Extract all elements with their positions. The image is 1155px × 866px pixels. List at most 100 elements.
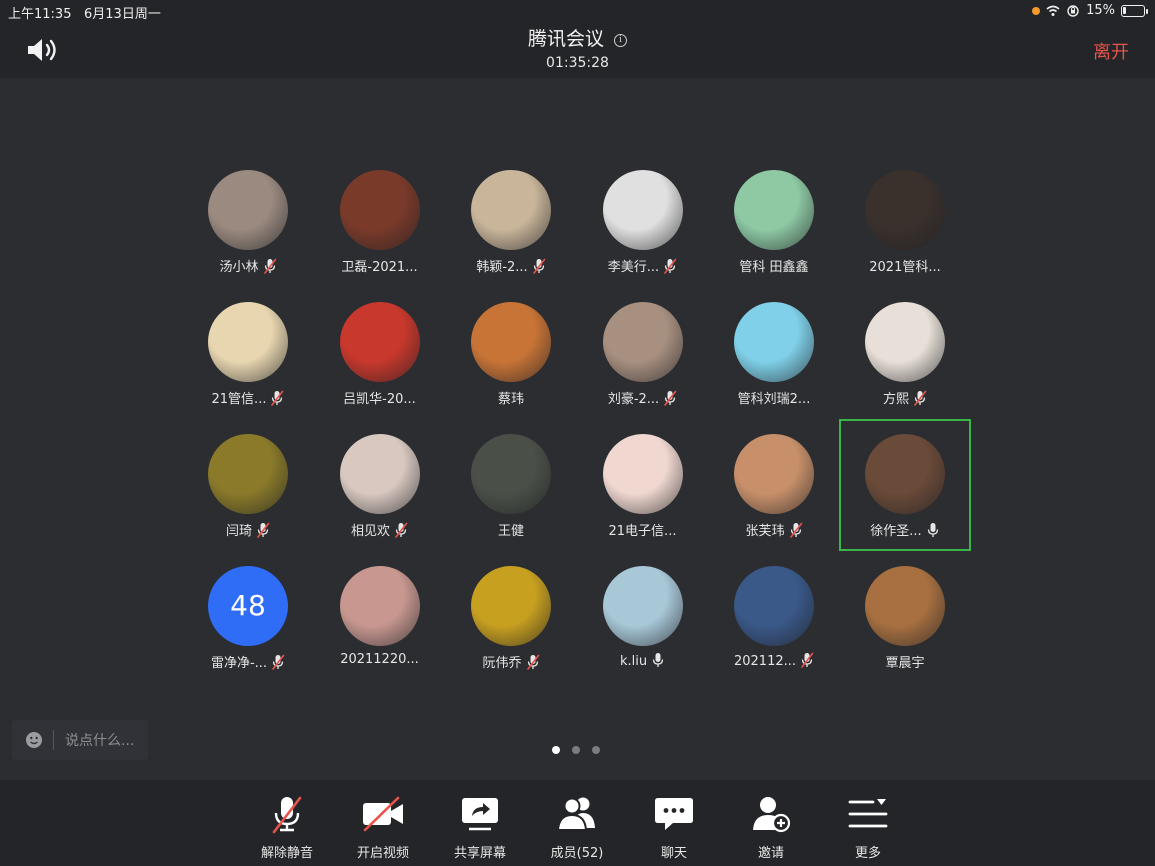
meeting-title: 腾讯会议 <box>527 28 604 50</box>
avatar <box>865 302 945 382</box>
page-dot[interactable] <box>592 746 600 754</box>
mic-muted-icon <box>271 390 284 406</box>
participant-name: 覃晨宇 <box>885 656 925 671</box>
participant-name-row: 管科刘瑞2... <box>708 388 840 407</box>
status-time: 上午11:35 <box>8 7 72 22</box>
avatar <box>471 566 551 646</box>
participant-tile[interactable]: 管科 田鑫鑫 <box>708 170 840 302</box>
meeting-title-block: 腾讯会议 i 01:35:28 <box>0 24 1155 71</box>
participant-tile[interactable]: 卫磊-2021... <box>314 170 446 302</box>
avatar: 48 <box>208 566 288 646</box>
participant-name: 徐作圣... <box>870 524 922 539</box>
participant-tile[interactable]: 覃晨宇 <box>839 566 971 698</box>
participant-name-row: 雷净净-... <box>182 652 314 671</box>
participant-name: 汤小林 <box>219 260 259 275</box>
mic-muted-icon <box>664 258 677 274</box>
page-dot[interactable] <box>552 746 560 754</box>
avatar <box>339 170 420 250</box>
chat-placeholder: 说点什么... <box>65 733 135 749</box>
participant-tile-active-speaker[interactable]: 徐作圣... <box>839 419 971 551</box>
avatar <box>471 170 551 250</box>
unmute-button[interactable]: 解除静音 <box>242 794 332 861</box>
page-indicator[interactable] <box>552 746 600 754</box>
mic-muted-icon <box>801 652 814 668</box>
leave-button[interactable]: 离开 <box>1093 38 1129 64</box>
participant-name-row: 徐作圣... <box>839 520 971 539</box>
participant-name-row: 202112... <box>708 652 840 669</box>
battery-level <box>1123 6 1126 14</box>
participant-tile[interactable]: 阮伟乔 <box>445 566 577 698</box>
participant-name-row: 管科 田鑫鑫 <box>708 256 840 275</box>
participant-name-row: 刘豪-2... <box>577 388 709 407</box>
participant-name: k.liu <box>619 654 648 669</box>
rotation-lock-icon <box>1067 4 1079 17</box>
participant-tile[interactable]: 闫琦 <box>182 434 314 566</box>
participant-tile[interactable]: 21电子信... <box>577 434 709 566</box>
info-icon[interactable]: i <box>614 34 627 47</box>
wifi-icon <box>1046 5 1060 16</box>
participant-tile[interactable]: 韩颖-2... <box>445 170 577 302</box>
battery-percent: 15% <box>1086 3 1115 18</box>
more-button[interactable]: 更多 <box>823 794 913 861</box>
participant-name: 阮伟乔 <box>482 656 522 671</box>
meeting-duration: 01:35:28 <box>546 55 609 71</box>
participant-name-row: 20211220... <box>314 652 446 667</box>
avatar <box>602 170 683 250</box>
mic-muted-icon <box>272 796 302 834</box>
participant-tile[interactable]: 相见欢 <box>314 434 446 566</box>
participant-tile[interactable]: 张芙玮 <box>708 434 840 566</box>
avatar <box>602 566 683 646</box>
mic-icon <box>927 523 938 537</box>
participant-name: 方熙 <box>882 392 909 407</box>
participant-name-row: 阮伟乔 <box>445 652 577 671</box>
avatar <box>865 566 945 646</box>
bottom-toolbar: 解除静音 开启视频 共享屏幕 成员(52) 聊天 邀请 更多 <box>0 780 1155 866</box>
participant-tile[interactable]: 李美行... <box>577 170 709 302</box>
avatar <box>602 434 683 514</box>
participant-name: 21管信... <box>211 392 267 407</box>
mic-muted-icon <box>532 258 545 274</box>
participant-tile[interactable]: 蔡玮 <box>445 302 577 434</box>
participant-tile[interactable]: 202112... <box>708 566 840 698</box>
participant-tile[interactable]: 王健 <box>445 434 577 566</box>
more-label: 更多 <box>854 846 881 861</box>
members-button[interactable]: 成员(52) <box>532 794 622 861</box>
mic-in-use-dot-icon <box>1032 6 1041 15</box>
mic-muted-icon <box>272 654 285 670</box>
participant-name-row: 闫琦 <box>182 520 314 539</box>
participant-name: 闫琦 <box>225 524 252 539</box>
participant-name: 21电子信... <box>608 524 677 539</box>
participant-name: 韩颖-2... <box>476 260 528 275</box>
page-dot[interactable] <box>572 746 580 754</box>
video-off-icon <box>363 796 403 832</box>
participant-name: 相见欢 <box>350 524 390 539</box>
emoji-icon[interactable] <box>25 731 43 749</box>
participant-tile[interactable]: 方熙 <box>839 302 971 434</box>
participant-tile[interactable]: 管科刘瑞2... <box>708 302 840 434</box>
participant-tile[interactable]: 刘豪-2... <box>577 302 709 434</box>
participant-tile[interactable]: 20211220... <box>314 566 446 698</box>
invite-button[interactable]: 邀请 <box>726 794 816 861</box>
chat-button[interactable]: 聊天 <box>629 794 719 861</box>
invite-label: 邀请 <box>757 846 784 861</box>
participant-name-row: 覃晨宇 <box>839 652 971 671</box>
participant-tile[interactable]: 吕凯华-20... <box>314 302 446 434</box>
participant-name: 2021管科... <box>869 260 941 275</box>
participant-name: 吕凯华-20... <box>343 392 416 407</box>
participant-tile[interactable]: 汤小林 <box>182 170 314 302</box>
participant-name: 20211220... <box>340 652 419 667</box>
chat-input[interactable]: 说点什么... <box>12 720 148 760</box>
participant-tile[interactable]: k.liu <box>577 566 709 698</box>
participant-tile[interactable]: 2021管科... <box>839 170 971 302</box>
participant-name: 管科 田鑫鑫 <box>739 260 809 275</box>
start-video-button[interactable]: 开启视频 <box>338 794 428 861</box>
chat-divider <box>53 730 54 750</box>
avatar <box>208 434 288 514</box>
status-indicators: 15% <box>1032 3 1148 18</box>
participant-name-row: 方熙 <box>839 388 971 407</box>
share-screen-button[interactable]: 共享屏幕 <box>435 794 525 861</box>
participant-tile[interactable]: 21管信... <box>182 302 314 434</box>
avatar <box>339 566 420 646</box>
avatar <box>602 302 683 382</box>
participant-tile[interactable]: 48 雷净净-... <box>182 566 314 698</box>
